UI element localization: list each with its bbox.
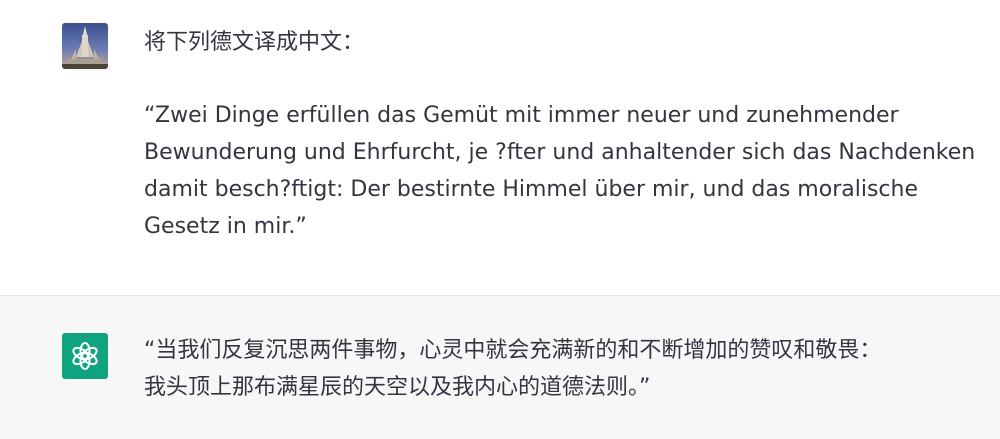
message-line: “当我们反复沉思两件事物，心灵中就会充满新的和不断增加的赞叹和敬畏： <box>144 338 882 363</box>
chat-conversation: 将下列德文译成中文： “Zwei Dinge erfüllen das Gemü… <box>0 0 1000 439</box>
openai-logo-icon <box>72 342 98 370</box>
message-line: 我头顶上那布满星辰的天空以及我内心的道德法则。” <box>144 375 651 400</box>
message-line: damit besch?ftigt: Der bestirnte Himmel … <box>144 177 918 202</box>
cathedral-photo-avatar <box>62 23 108 69</box>
message-line: Gesetz in mir.” <box>144 214 307 239</box>
message-line: Bewunderung und Ehrfurcht, je ?fter und … <box>144 140 976 165</box>
user-message: 将下列德文译成中文： “Zwei Dinge erfüllen das Gemü… <box>0 0 1000 296</box>
message-line: 将下列德文译成中文： <box>144 30 365 55</box>
assistant-message: “当我们反复沉思两件事物，心灵中就会充满新的和不断增加的赞叹和敬畏： 我头顶上那… <box>0 296 1000 439</box>
user-message-text: 将下列德文译成中文： “Zwei Dinge erfüllen das Gemü… <box>144 24 976 245</box>
user-avatar <box>62 23 108 69</box>
message-line: “Zwei Dinge erfüllen das Gemüt mit immer… <box>144 103 899 128</box>
assistant-avatar <box>62 333 108 379</box>
assistant-message-text: “当我们反复沉思两件事物，心灵中就会充满新的和不断增加的赞叹和敬畏： 我头顶上那… <box>144 332 974 406</box>
